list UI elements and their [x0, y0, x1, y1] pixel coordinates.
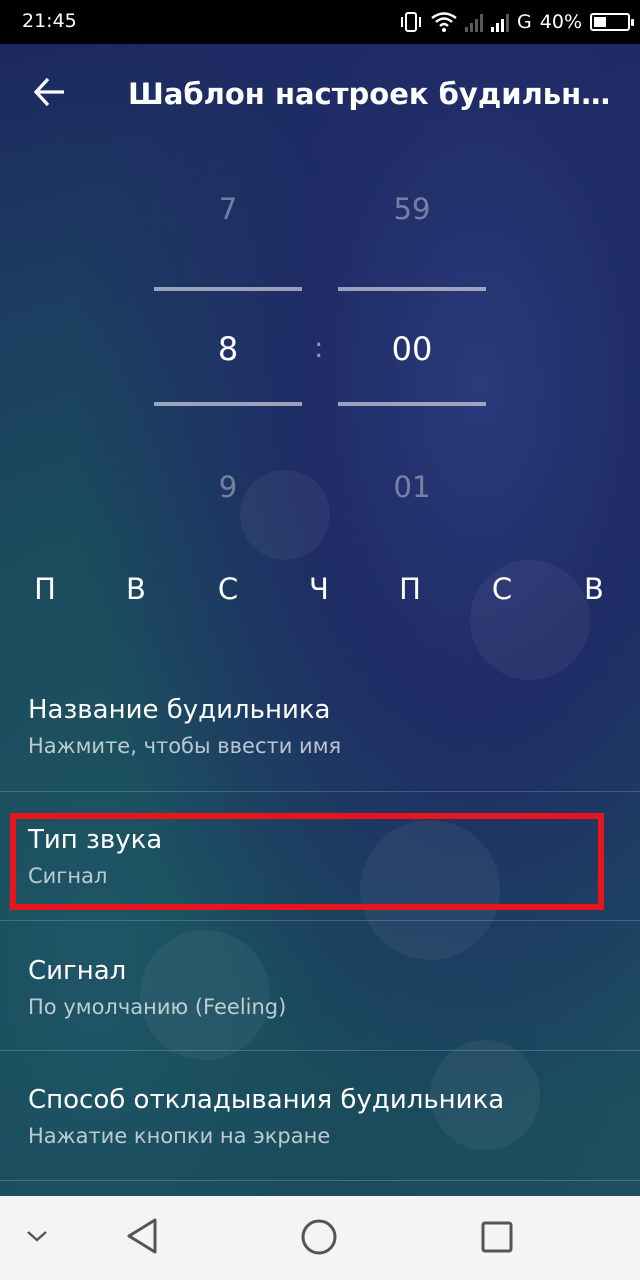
- hour-selection-line-top: [154, 287, 302, 291]
- day-monday[interactable]: П: [25, 572, 65, 606]
- setting-subtitle: Нажмите, чтобы ввести имя: [28, 734, 342, 758]
- signal-sim2-icon: [491, 12, 510, 32]
- page-title: Шаблон настроек будильника: [128, 77, 628, 111]
- day-wednesday[interactable]: С: [208, 572, 248, 606]
- minute-prev[interactable]: 59: [338, 192, 486, 226]
- navigation-bar: [0, 1196, 640, 1280]
- app-bar: Шаблон настроек будильника: [0, 44, 640, 144]
- day-friday[interactable]: П: [390, 572, 430, 606]
- time-separator: :: [314, 331, 324, 364]
- status-bar: 21:45 G 40%: [0, 0, 640, 44]
- battery-percent: 40%: [539, 11, 582, 33]
- recents-square-icon[interactable]: [480, 1220, 514, 1254]
- hour-selection-line-bottom: [154, 402, 302, 406]
- setting-title: Название будильника: [28, 695, 331, 725]
- minute-next[interactable]: 01: [338, 470, 486, 504]
- battery-icon: [590, 13, 634, 31]
- divider: [0, 1180, 640, 1181]
- minute-selection-line-bottom: [338, 402, 486, 406]
- setting-snooze-method[interactable]: Способ откладывания будильника Нажатие к…: [0, 1051, 640, 1180]
- chevron-down-icon[interactable]: [24, 1226, 50, 1246]
- setting-ringtone[interactable]: Сигнал По умолчанию (Feeling): [0, 921, 640, 1050]
- minute-current[interactable]: 00: [338, 330, 486, 368]
- wifi-icon: [431, 12, 457, 32]
- day-tuesday[interactable]: В: [116, 572, 156, 606]
- day-thursday[interactable]: Ч: [299, 572, 339, 606]
- back-arrow-icon[interactable]: [28, 70, 72, 114]
- hour-current[interactable]: 8: [154, 330, 302, 368]
- hour-prev[interactable]: 7: [154, 192, 302, 226]
- setting-subtitle: Нажатие кнопки на экране: [28, 1124, 331, 1148]
- home-circle-icon[interactable]: [300, 1218, 338, 1256]
- setting-title: Способ откладывания будильника: [28, 1085, 505, 1115]
- hour-next[interactable]: 9: [154, 470, 302, 504]
- status-icons: G 40%: [399, 8, 634, 36]
- day-saturday[interactable]: С: [482, 572, 522, 606]
- status-time: 21:45: [22, 10, 77, 32]
- network-type: G: [517, 11, 532, 33]
- day-sunday[interactable]: В: [574, 572, 614, 606]
- setting-alarm-name[interactable]: Название будильника Нажмите, чтобы ввест…: [0, 662, 640, 791]
- signal-sim1-icon: [465, 12, 484, 32]
- back-triangle-icon[interactable]: [124, 1216, 160, 1256]
- highlight-box: [10, 813, 604, 910]
- minute-selection-line-top: [338, 287, 486, 291]
- setting-title: Сигнал: [28, 956, 127, 986]
- vibrate-icon: [401, 12, 422, 32]
- setting-subtitle: По умолчанию (Feeling): [28, 995, 287, 1019]
